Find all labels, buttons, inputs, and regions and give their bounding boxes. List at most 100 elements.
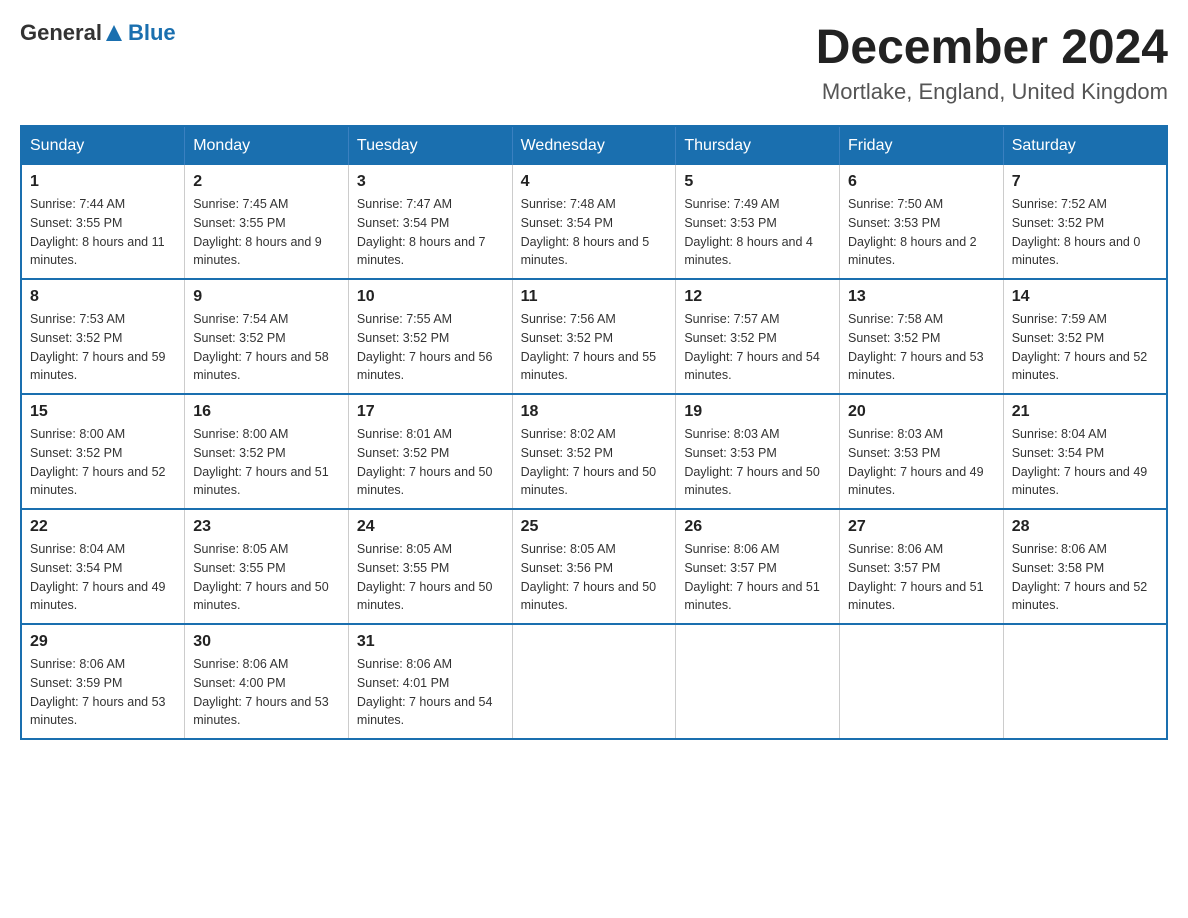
- day-number: 22: [30, 518, 176, 536]
- day-number: 3: [357, 173, 504, 191]
- day-info: Sunrise: 7:48 AMSunset: 3:54 PMDaylight:…: [521, 195, 668, 270]
- day-info: Sunrise: 8:05 AMSunset: 3:55 PMDaylight:…: [193, 540, 340, 615]
- logo: General Blue: [20, 20, 176, 46]
- day-number: 4: [521, 173, 668, 191]
- day-number: 13: [848, 288, 995, 306]
- calendar-cell: 13 Sunrise: 7:58 AMSunset: 3:52 PMDaylig…: [840, 279, 1004, 394]
- day-number: 10: [357, 288, 504, 306]
- day-number: 28: [1012, 518, 1158, 536]
- day-number: 15: [30, 403, 176, 421]
- day-number: 26: [684, 518, 831, 536]
- calendar-cell: 19 Sunrise: 8:03 AMSunset: 3:53 PMDaylig…: [676, 394, 840, 509]
- day-info: Sunrise: 8:05 AMSunset: 3:56 PMDaylight:…: [521, 540, 668, 615]
- calendar-header-row: SundayMondayTuesdayWednesdayThursdayFrid…: [21, 126, 1167, 165]
- calendar-cell: 7 Sunrise: 7:52 AMSunset: 3:52 PMDayligh…: [1003, 165, 1167, 279]
- logo-triangle-icon: [104, 23, 124, 43]
- day-info: Sunrise: 8:06 AMSunset: 3:57 PMDaylight:…: [848, 540, 995, 615]
- day-info: Sunrise: 8:06 AMSunset: 3:58 PMDaylight:…: [1012, 540, 1158, 615]
- page-header: General Blue December 2024 Mortlake, Eng…: [20, 20, 1168, 105]
- day-info: Sunrise: 8:01 AMSunset: 3:52 PMDaylight:…: [357, 425, 504, 500]
- col-header-sunday: Sunday: [21, 126, 185, 165]
- calendar-cell: 22 Sunrise: 8:04 AMSunset: 3:54 PMDaylig…: [21, 509, 185, 624]
- day-number: 2: [193, 173, 340, 191]
- day-number: 19: [684, 403, 831, 421]
- calendar-cell: 17 Sunrise: 8:01 AMSunset: 3:52 PMDaylig…: [348, 394, 512, 509]
- day-number: 11: [521, 288, 668, 306]
- day-info: Sunrise: 8:00 AMSunset: 3:52 PMDaylight:…: [193, 425, 340, 500]
- day-number: 8: [30, 288, 176, 306]
- calendar-cell: 4 Sunrise: 7:48 AMSunset: 3:54 PMDayligh…: [512, 165, 676, 279]
- day-number: 23: [193, 518, 340, 536]
- calendar-cell: 14 Sunrise: 7:59 AMSunset: 3:52 PMDaylig…: [1003, 279, 1167, 394]
- col-header-wednesday: Wednesday: [512, 126, 676, 165]
- day-number: 17: [357, 403, 504, 421]
- day-info: Sunrise: 7:47 AMSunset: 3:54 PMDaylight:…: [357, 195, 504, 270]
- calendar-cell: 12 Sunrise: 7:57 AMSunset: 3:52 PMDaylig…: [676, 279, 840, 394]
- day-info: Sunrise: 8:06 AMSunset: 3:57 PMDaylight:…: [684, 540, 831, 615]
- calendar-cell: 20 Sunrise: 8:03 AMSunset: 3:53 PMDaylig…: [840, 394, 1004, 509]
- day-info: Sunrise: 7:44 AMSunset: 3:55 PMDaylight:…: [30, 195, 176, 270]
- day-number: 25: [521, 518, 668, 536]
- calendar-cell: 26 Sunrise: 8:06 AMSunset: 3:57 PMDaylig…: [676, 509, 840, 624]
- day-info: Sunrise: 7:55 AMSunset: 3:52 PMDaylight:…: [357, 310, 504, 385]
- day-info: Sunrise: 7:50 AMSunset: 3:53 PMDaylight:…: [848, 195, 995, 270]
- calendar-cell: 31 Sunrise: 8:06 AMSunset: 4:01 PMDaylig…: [348, 624, 512, 739]
- day-info: Sunrise: 7:45 AMSunset: 3:55 PMDaylight:…: [193, 195, 340, 270]
- calendar-cell: [840, 624, 1004, 739]
- calendar-cell: 11 Sunrise: 7:56 AMSunset: 3:52 PMDaylig…: [512, 279, 676, 394]
- calendar-cell: [512, 624, 676, 739]
- calendar-cell: 27 Sunrise: 8:06 AMSunset: 3:57 PMDaylig…: [840, 509, 1004, 624]
- calendar-cell: 18 Sunrise: 8:02 AMSunset: 3:52 PMDaylig…: [512, 394, 676, 509]
- calendar-cell: 21 Sunrise: 8:04 AMSunset: 3:54 PMDaylig…: [1003, 394, 1167, 509]
- day-number: 24: [357, 518, 504, 536]
- calendar-cell: 1 Sunrise: 7:44 AMSunset: 3:55 PMDayligh…: [21, 165, 185, 279]
- logo-text-general: General: [20, 20, 102, 46]
- calendar-cell: 5 Sunrise: 7:49 AMSunset: 3:53 PMDayligh…: [676, 165, 840, 279]
- calendar-week-row: 29 Sunrise: 8:06 AMSunset: 3:59 PMDaylig…: [21, 624, 1167, 739]
- day-number: 1: [30, 173, 176, 191]
- day-info: Sunrise: 7:57 AMSunset: 3:52 PMDaylight:…: [684, 310, 831, 385]
- calendar-table: SundayMondayTuesdayWednesdayThursdayFrid…: [20, 125, 1168, 740]
- day-number: 9: [193, 288, 340, 306]
- calendar-cell: 28 Sunrise: 8:06 AMSunset: 3:58 PMDaylig…: [1003, 509, 1167, 624]
- calendar-cell: 25 Sunrise: 8:05 AMSunset: 3:56 PMDaylig…: [512, 509, 676, 624]
- col-header-thursday: Thursday: [676, 126, 840, 165]
- month-title: December 2024: [816, 20, 1168, 75]
- day-number: 27: [848, 518, 995, 536]
- calendar-cell: 24 Sunrise: 8:05 AMSunset: 3:55 PMDaylig…: [348, 509, 512, 624]
- day-info: Sunrise: 8:06 AMSunset: 4:01 PMDaylight:…: [357, 655, 504, 730]
- day-info: Sunrise: 8:00 AMSunset: 3:52 PMDaylight:…: [30, 425, 176, 500]
- calendar-cell: 9 Sunrise: 7:54 AMSunset: 3:52 PMDayligh…: [185, 279, 349, 394]
- calendar-cell: 30 Sunrise: 8:06 AMSunset: 4:00 PMDaylig…: [185, 624, 349, 739]
- day-number: 20: [848, 403, 995, 421]
- day-number: 16: [193, 403, 340, 421]
- day-number: 18: [521, 403, 668, 421]
- calendar-cell: 29 Sunrise: 8:06 AMSunset: 3:59 PMDaylig…: [21, 624, 185, 739]
- calendar-cell: 10 Sunrise: 7:55 AMSunset: 3:52 PMDaylig…: [348, 279, 512, 394]
- calendar-cell: 16 Sunrise: 8:00 AMSunset: 3:52 PMDaylig…: [185, 394, 349, 509]
- day-info: Sunrise: 8:02 AMSunset: 3:52 PMDaylight:…: [521, 425, 668, 500]
- day-info: Sunrise: 8:04 AMSunset: 3:54 PMDaylight:…: [1012, 425, 1158, 500]
- calendar-cell: 3 Sunrise: 7:47 AMSunset: 3:54 PMDayligh…: [348, 165, 512, 279]
- day-info: Sunrise: 8:03 AMSunset: 3:53 PMDaylight:…: [848, 425, 995, 500]
- calendar-cell: 2 Sunrise: 7:45 AMSunset: 3:55 PMDayligh…: [185, 165, 349, 279]
- title-section: December 2024 Mortlake, England, United …: [816, 20, 1168, 105]
- day-number: 31: [357, 633, 504, 651]
- calendar-cell: [1003, 624, 1167, 739]
- day-number: 29: [30, 633, 176, 651]
- calendar-cell: 15 Sunrise: 8:00 AMSunset: 3:52 PMDaylig…: [21, 394, 185, 509]
- day-info: Sunrise: 8:06 AMSunset: 3:59 PMDaylight:…: [30, 655, 176, 730]
- calendar-week-row: 22 Sunrise: 8:04 AMSunset: 3:54 PMDaylig…: [21, 509, 1167, 624]
- location: Mortlake, England, United Kingdom: [816, 79, 1168, 105]
- calendar-week-row: 15 Sunrise: 8:00 AMSunset: 3:52 PMDaylig…: [21, 394, 1167, 509]
- day-info: Sunrise: 7:54 AMSunset: 3:52 PMDaylight:…: [193, 310, 340, 385]
- day-number: 14: [1012, 288, 1158, 306]
- day-info: Sunrise: 7:59 AMSunset: 3:52 PMDaylight:…: [1012, 310, 1158, 385]
- day-info: Sunrise: 8:05 AMSunset: 3:55 PMDaylight:…: [357, 540, 504, 615]
- calendar-cell: [676, 624, 840, 739]
- day-info: Sunrise: 8:06 AMSunset: 4:00 PMDaylight:…: [193, 655, 340, 730]
- col-header-friday: Friday: [840, 126, 1004, 165]
- day-number: 30: [193, 633, 340, 651]
- col-header-tuesday: Tuesday: [348, 126, 512, 165]
- day-info: Sunrise: 7:53 AMSunset: 3:52 PMDaylight:…: [30, 310, 176, 385]
